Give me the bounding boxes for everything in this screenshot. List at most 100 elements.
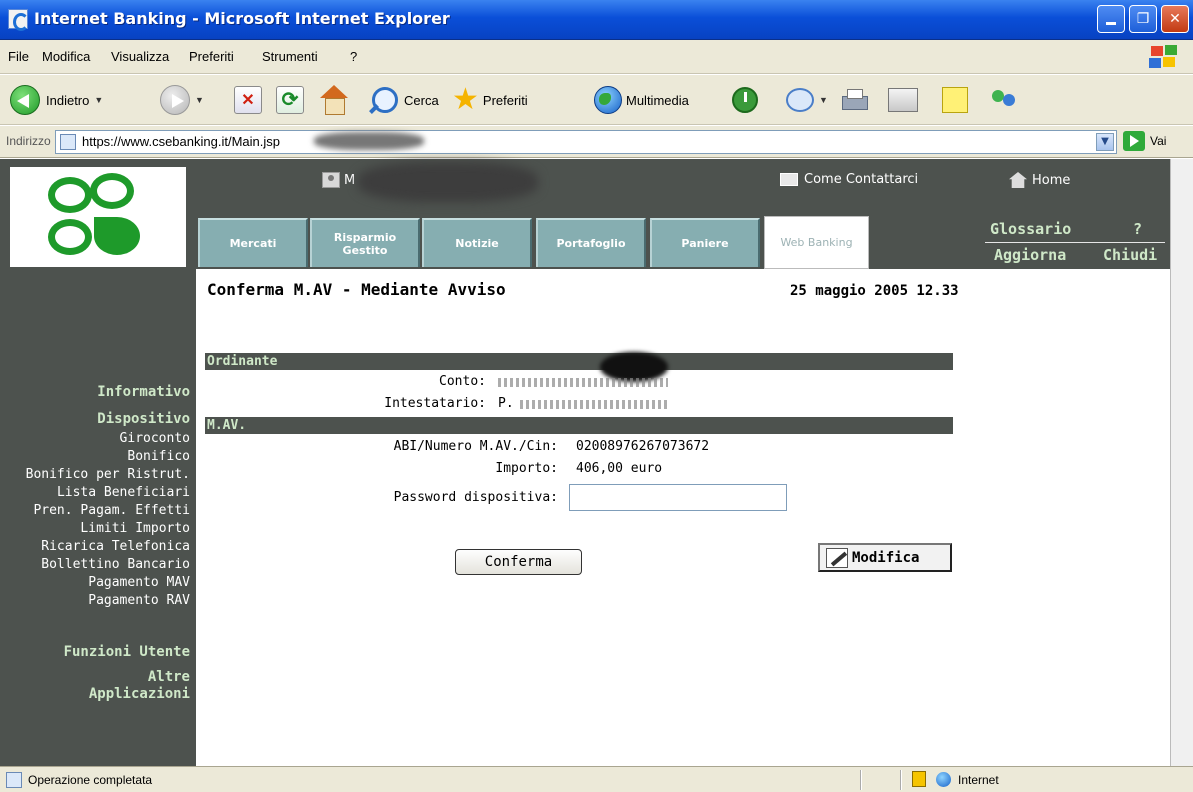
menu-bar: File Modifica Visualizza Preferiti Strum… (0, 40, 1193, 74)
toolbar: Indietro ▼ ▼ Cerca ★ Preferiti Multimedi… (0, 75, 1193, 125)
tab-paniere[interactable]: Paniere (650, 218, 760, 267)
intestatario-value: P. (498, 396, 514, 411)
media-label: Multimedia (626, 92, 689, 108)
home-label: Home (1032, 172, 1071, 188)
status-text: Operazione completata (28, 773, 153, 787)
tab-risparmio-gestito[interactable]: Risparmio Gestito (310, 218, 420, 267)
conto-label: Conto: (439, 374, 486, 389)
favorites-button[interactable]: ★ Preferiti (452, 84, 528, 116)
tab-web-banking[interactable]: Web Banking (764, 216, 869, 269)
section-mav-label: M.AV. (207, 418, 247, 433)
home-icon (1009, 172, 1027, 188)
discuss-button[interactable] (942, 84, 968, 116)
sidebar-item-informativo[interactable]: Informativo (97, 384, 190, 400)
internet-zone-icon (936, 772, 951, 787)
section-mav: M.AV. (205, 417, 953, 434)
close-window-button[interactable]: ✕ (1161, 5, 1189, 33)
confirm-button[interactable]: Conferma (455, 549, 582, 575)
envelope-icon (780, 173, 798, 186)
edit-button[interactable] (888, 84, 918, 116)
messenger-button[interactable] (990, 84, 1020, 116)
home-link[interactable]: Home (1009, 172, 1070, 188)
menu-visualizza[interactable]: Visualizza (111, 49, 169, 64)
search-icon (372, 87, 398, 113)
sidebar-item-funzioni-utente[interactable]: Funzioni Utente (64, 644, 190, 660)
importo-value: 406,00 euro (576, 461, 663, 476)
minimize-button[interactable] (1097, 5, 1125, 33)
window-title: Internet Banking - Microsoft Internet Ex… (34, 9, 450, 28)
edit-icon (888, 88, 918, 112)
user-link[interactable]: M (322, 172, 355, 188)
menu-file[interactable]: File (8, 49, 29, 64)
divider (900, 770, 902, 790)
abi-label: ABI/Numero M.AV./Cin: (393, 439, 558, 454)
sidebar-item-limiti-importo[interactable]: Limiti Importo (80, 521, 190, 536)
menu-modifica[interactable]: Modifica (42, 49, 90, 64)
conto-value-redacted (498, 378, 668, 387)
print-icon (840, 87, 868, 113)
back-arrow-icon (10, 85, 40, 115)
abi-value: 02008976267073672 (576, 439, 710, 454)
maximize-button[interactable]: ❐ (1129, 5, 1157, 33)
sidebar-item-ricarica-telefonica[interactable]: Ricarica Telefonica (41, 539, 190, 554)
user-initial: M (344, 172, 356, 188)
sidebar-item-dispositivo[interactable]: Dispositivo (97, 411, 190, 427)
address-dropdown-button[interactable]: ▼ (1096, 133, 1114, 151)
status-bar: Operazione completata Internet (0, 766, 1193, 792)
sidebar-item-altre[interactable]: Altre (148, 669, 190, 685)
forward-arrow-icon (160, 85, 190, 115)
intestatario-value-redacted (520, 400, 670, 409)
password-label: Password dispositiva: (393, 490, 558, 505)
mail-button[interactable]: ▼ (786, 84, 828, 116)
address-input[interactable]: https://www.csebanking.it/Main.jsp ▼ (55, 130, 1117, 154)
password-input[interactable] (569, 484, 787, 511)
sidebar-item-bonifico[interactable]: Bonifico (127, 449, 190, 464)
page-icon (60, 134, 76, 150)
page-scroll-strip (1170, 159, 1193, 766)
sidebar-item-applicazioni[interactable]: Applicazioni (89, 686, 190, 702)
close-link[interactable]: Chiudi (1103, 246, 1157, 264)
history-button[interactable] (732, 84, 758, 116)
back-button[interactable]: Indietro ▼ (10, 84, 103, 116)
print-button[interactable] (840, 84, 868, 116)
menu-strumenti[interactable]: Strumenti (262, 49, 318, 64)
search-label: Cerca (404, 92, 439, 108)
pencil-icon (826, 547, 848, 568)
sidebar-item-bonifico-ristrut[interactable]: Bonifico per Ristrut. (26, 467, 190, 482)
tab-notizie[interactable]: Notizie (422, 218, 532, 267)
note-icon (942, 87, 968, 113)
sidebar-item-giroconto[interactable]: Giroconto (120, 431, 190, 446)
stop-icon (234, 86, 262, 114)
sidebar-item-pagamento-mav[interactable]: Pagamento MAV (88, 575, 190, 590)
tab-portafoglio[interactable]: Portafoglio (536, 218, 646, 267)
sidebar-item-pren-pagam-effetti[interactable]: Pren. Pagam. Effetti (33, 503, 190, 518)
sidebar-item-lista-beneficiari[interactable]: Lista Beneficiari (57, 485, 190, 500)
back-label: Indietro (46, 92, 90, 108)
redaction-smudge (358, 162, 538, 202)
stop-button[interactable] (234, 84, 262, 116)
glossary-link[interactable]: Glossario (990, 220, 1071, 238)
bank-logo (10, 167, 186, 267)
importo-label: Importo: (495, 461, 558, 476)
home-button[interactable] (318, 84, 350, 116)
modify-button[interactable]: Modifica (818, 543, 952, 572)
go-button[interactable]: Vai (1123, 131, 1166, 151)
history-icon (732, 87, 758, 113)
sidebar-item-bollettino-bancario[interactable]: Bollettino Bancario (41, 557, 190, 572)
forward-button[interactable]: ▼ (160, 84, 204, 116)
menu-preferiti[interactable]: Preferiti (189, 49, 234, 64)
page-icon (6, 772, 22, 788)
tab-mercati[interactable]: Mercati (198, 218, 308, 267)
refresh-link[interactable]: Aggiorna (994, 246, 1066, 264)
menu-help[interactable]: ? (350, 49, 357, 64)
help-link[interactable]: ? (1133, 220, 1142, 238)
address-label: Indirizzo (6, 134, 51, 148)
redaction-smudge (314, 132, 424, 150)
content-area (196, 269, 1170, 766)
sidebar-item-pagamento-rav[interactable]: Pagamento RAV (88, 593, 190, 608)
page-datetime: 25 maggio 2005 12.33 (790, 283, 959, 299)
media-button[interactable]: Multimedia (594, 84, 689, 116)
contact-link[interactable]: Come Contattarci (780, 172, 918, 187)
refresh-button[interactable] (276, 84, 304, 116)
search-button[interactable]: Cerca (372, 84, 439, 116)
